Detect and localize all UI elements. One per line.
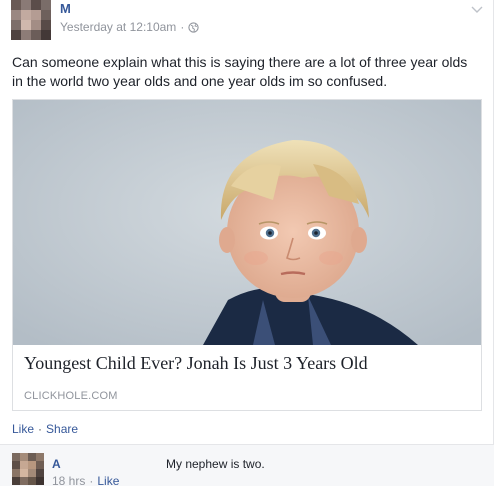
comment-time[interactable]: 18 hrs	[52, 474, 85, 486]
post-actions: Like · Share	[12, 422, 78, 436]
comment-author-name[interactable]: A	[52, 457, 61, 471]
share-button[interactable]: Share	[46, 422, 78, 436]
link-card[interactable]: Youngest Child Ever? Jonah Is Just 3 Yea…	[12, 99, 482, 411]
post-timestamp[interactable]: Yesterday at 12:10am	[60, 20, 176, 34]
link-card-image[interactable]	[13, 100, 481, 345]
author-avatar[interactable]	[11, 0, 51, 40]
comments-section: A My nephew is two. 18 hrs · Like	[0, 444, 494, 486]
post-meta: Yesterday at 12:10am ·	[60, 20, 199, 34]
link-card-domain: CLICKHOLE.COM	[24, 390, 118, 402]
chevron-down-icon[interactable]	[470, 2, 484, 13]
actions-separator: ·	[38, 422, 43, 436]
link-card-title[interactable]: Youngest Child Ever? Jonah Is Just 3 Yea…	[24, 353, 368, 374]
comment-like-button[interactable]: Like	[97, 474, 119, 486]
comment-meta-separator: ·	[89, 474, 94, 486]
feed-post: M Yesterday at 12:10am · Can someone exp…	[0, 0, 494, 486]
globe-icon[interactable]	[188, 21, 199, 33]
post-author-name[interactable]: M	[60, 1, 71, 16]
comment-meta: 18 hrs · Like	[52, 474, 119, 486]
comment-avatar[interactable]	[12, 453, 44, 485]
like-button[interactable]: Like	[12, 422, 34, 436]
comment-text: My nephew is two.	[166, 457, 265, 471]
meta-separator: ·	[180, 20, 185, 34]
post-text: Can someone explain what this is saying …	[12, 54, 468, 89]
